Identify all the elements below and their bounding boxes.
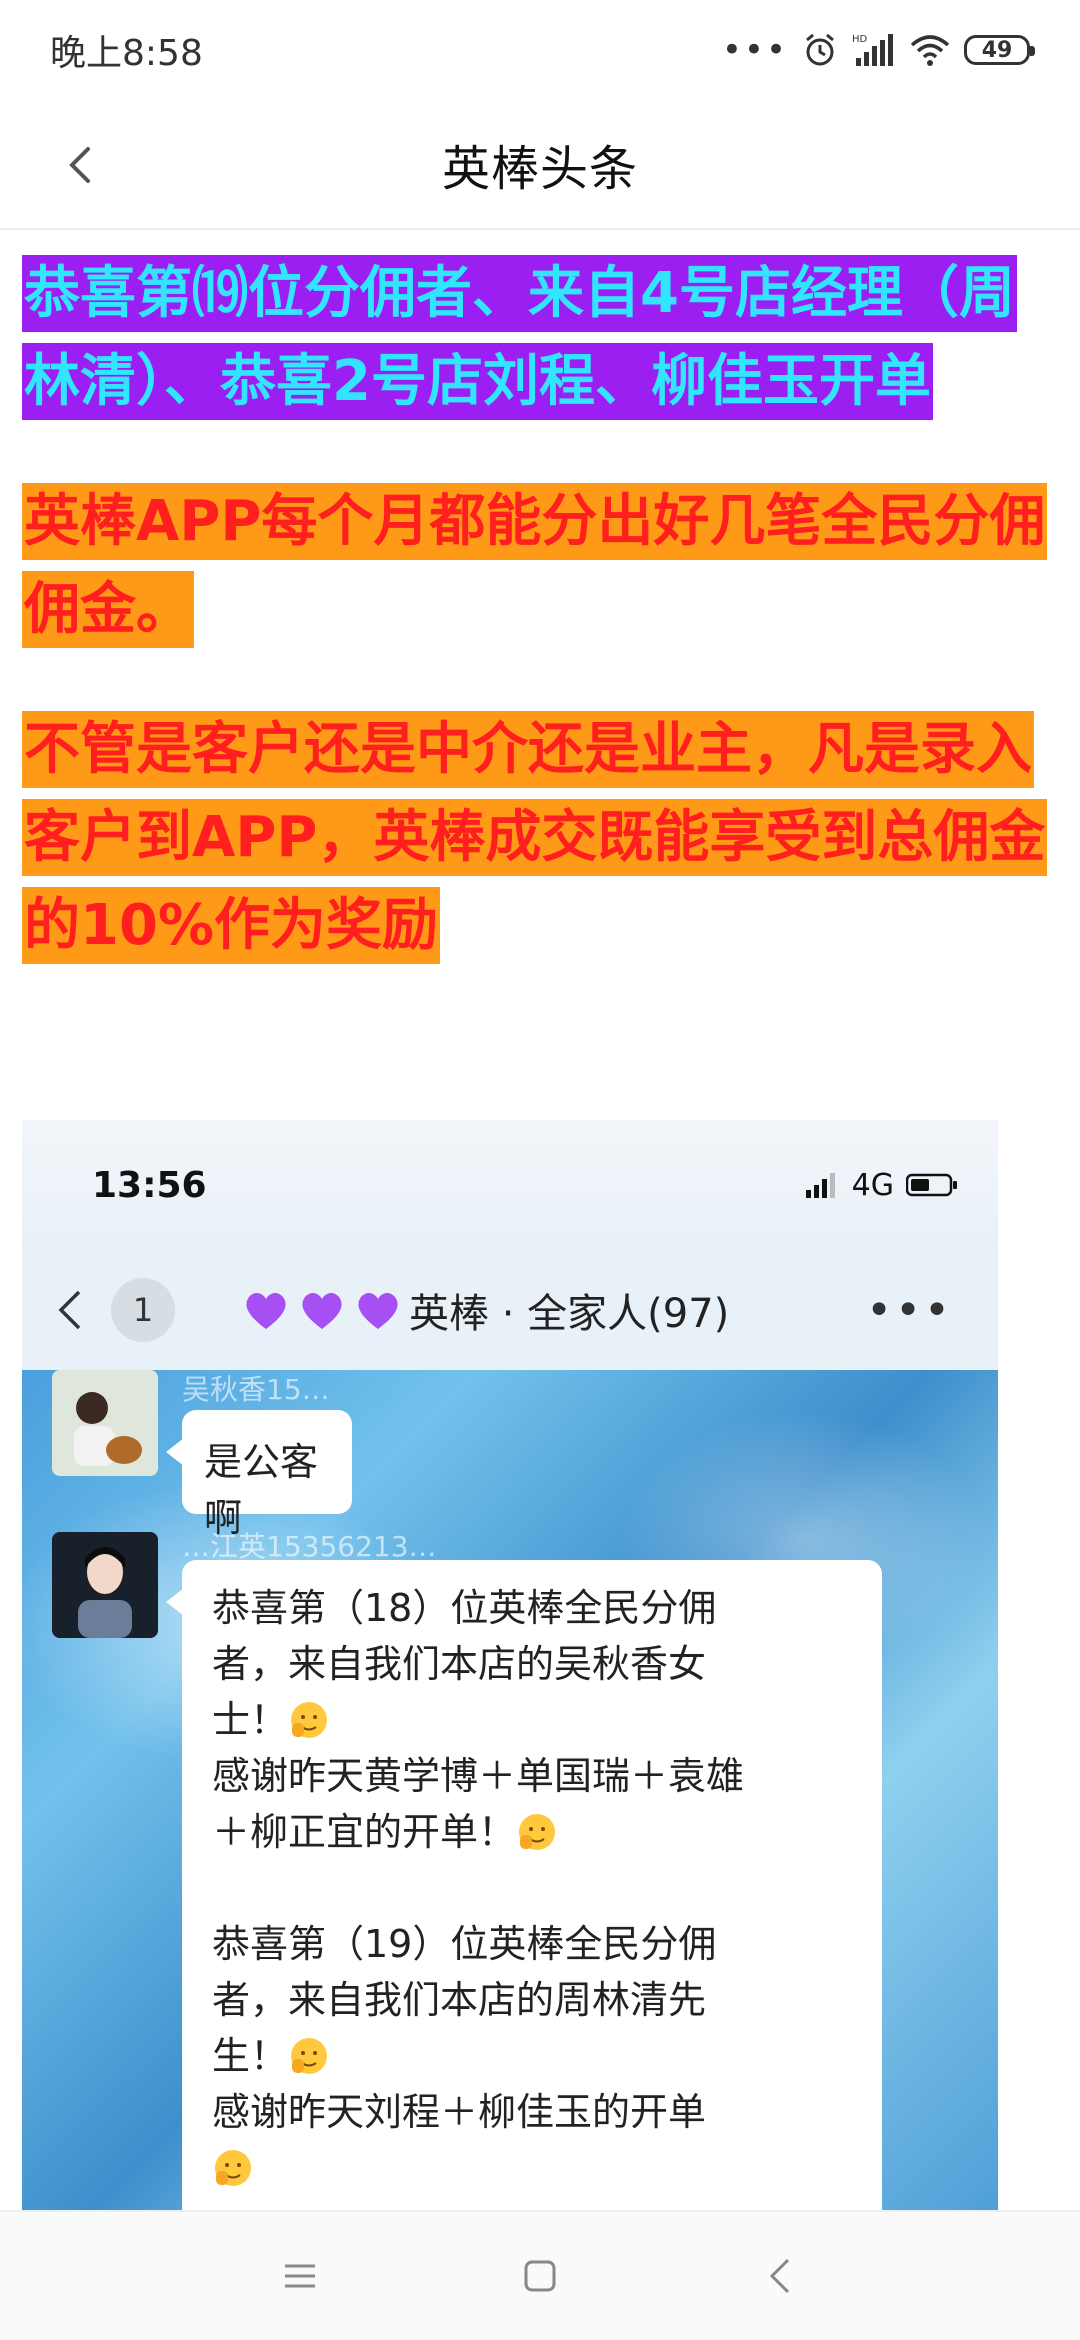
message-line: 感谢昨天刘程＋柳佳玉的开单 (212, 2090, 707, 2134)
menu-icon (285, 2264, 315, 2288)
svg-text:HD: HD (852, 34, 868, 45)
page-title: 英棒头条 (441, 141, 638, 197)
chevron-left-icon (69, 147, 90, 183)
group-chat-title: 英棒 · 全家人(97) (241, 1281, 729, 1339)
chevron-left-icon (58, 1290, 81, 1330)
alarm-icon (806, 33, 834, 66)
avatar-photo-icon (52, 1370, 158, 1476)
top-nav-bar: 英棒头条 (0, 100, 1080, 230)
message-line: 生！ (212, 2028, 852, 2084)
menu-button[interactable] (255, 2231, 345, 2321)
home-icon (524, 2260, 556, 2292)
chat-bubble[interactable]: 恭喜第（18）位英棒全民分佣 者，来自我们本店的吴秋香女 士！ 感谢昨天黄学博＋… (166, 1560, 882, 2210)
embedded-chat-screenshot[interactable]: 13:56 4G 1 英棒 · 全家人(97) ••• 吴秋香15… 是公客啊 … (22, 1120, 998, 2210)
more-notifications-icon: ••• (721, 30, 788, 70)
status-bar: 晚上8:58 ••• HD 49 (0, 0, 1080, 100)
purple-heart-icon (302, 1292, 342, 1329)
sender-name: 吴秋香15… (182, 1373, 330, 1406)
embedded-status-bar: 13:56 4G (22, 1120, 998, 1250)
system-navigation-bar (0, 2210, 1080, 2340)
message-line (212, 2140, 852, 2196)
embedded-status-time: 13:56 (92, 1164, 207, 1206)
system-back-button[interactable] (735, 2231, 825, 2321)
sender-name: …江英15356213… (182, 1530, 437, 1563)
embedded-back-button[interactable] (57, 1280, 107, 1340)
embedded-status-icons: 4G (805, 1167, 958, 1203)
article-body: 恭喜第⒆位分佣者、来自4号店经理（周林清）、恭喜2号店刘程、柳佳玉开单 英棒AP… (22, 250, 1062, 1022)
purple-heart-icon (358, 1292, 398, 1329)
message-line: ＋柳正宜的开单！ (212, 1804, 852, 1860)
signal-icon (805, 1173, 835, 1198)
wifi-icon (910, 35, 950, 66)
article-paragraph-1: 恭喜第⒆位分佣者、来自4号店经理（周林清）、恭喜2号店刘程、柳佳玉开单 (22, 250, 1062, 426)
status-icons: ••• HD 49 (721, 30, 1035, 70)
avatar-photo-icon (52, 1532, 158, 1638)
chat-bubble[interactable]: 是公客啊 (166, 1410, 352, 1540)
shy-face-emoji-icon (215, 2150, 251, 2186)
network-type: 4G (851, 1167, 894, 1203)
avatar[interactable] (52, 1532, 158, 1638)
embedded-chat-header: 1 英棒 · 全家人(97) ••• (22, 1250, 998, 1370)
more-options-icon[interactable]: ••• (866, 1285, 953, 1336)
shy-face-emoji-icon (291, 2038, 328, 2074)
message-line: 恭喜第（19）位英棒全民分佣 (212, 1922, 717, 1966)
battery-icon (906, 1173, 957, 1197)
signal-icon: HD (852, 34, 893, 66)
message-line (212, 1860, 852, 1916)
home-button[interactable] (495, 2231, 585, 2321)
message-line: 士！ (212, 1692, 852, 1748)
battery-icon: 49 (964, 35, 1035, 65)
avatar[interactable] (52, 1370, 158, 1476)
status-time: 晚上8:58 (50, 33, 203, 74)
message-line: 者，来自我们本店的周林清先 (212, 1978, 707, 2022)
unread-badge: 1 (111, 1278, 175, 1342)
back-button[interactable] (50, 130, 110, 200)
shy-face-emoji-icon (519, 1814, 556, 1850)
article-paragraph-2: 英棒APP每个月都能分出好几笔全民分佣佣金。 (22, 478, 1062, 654)
purple-heart-icon (246, 1292, 286, 1329)
article-paragraph-3: 不管是客户还是中介还是业主，凡是录入客户到APP，英棒成交既能享受到总佣金的10… (22, 706, 1062, 970)
message-line: 恭喜第（18）位英棒全民分佣 (212, 1586, 717, 1630)
message-line: 感谢昨天黄学博＋单国瑞＋袁雄 (212, 1754, 745, 1798)
shy-face-emoji-icon (291, 1702, 328, 1738)
back-icon (769, 2258, 790, 2294)
message-line: 者，来自我们本店的吴秋香女 (212, 1642, 707, 1686)
group-name: 英棒 · 全家人(97) (409, 1291, 730, 1337)
